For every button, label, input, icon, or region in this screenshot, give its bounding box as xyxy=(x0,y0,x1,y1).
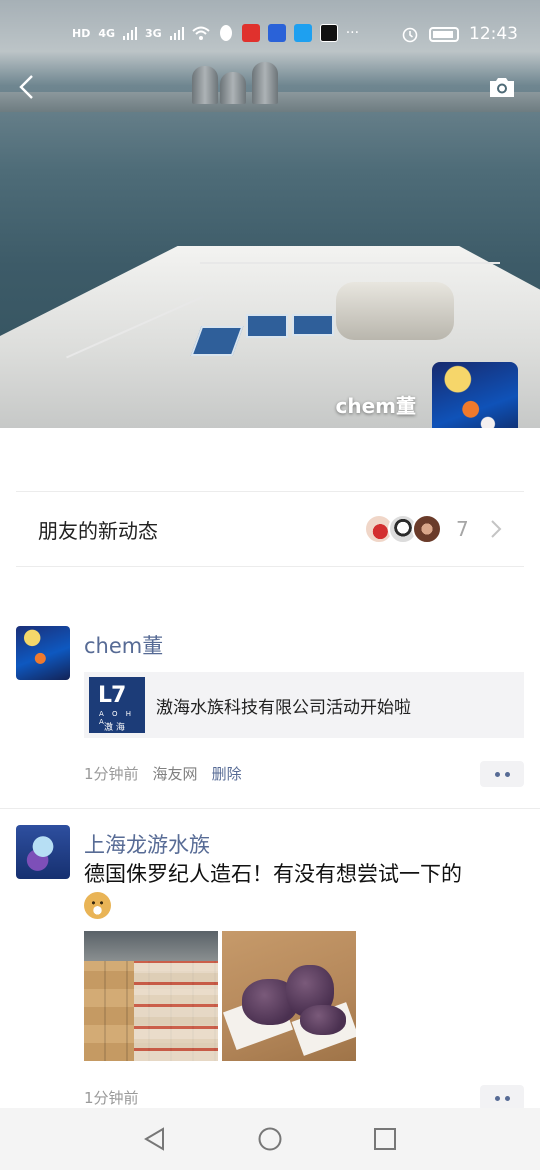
camera-icon[interactable] xyxy=(488,76,516,98)
profile-avatar[interactable] xyxy=(432,362,518,428)
nav-back-icon[interactable] xyxy=(142,1126,168,1152)
nav-home-icon[interactable] xyxy=(257,1126,283,1152)
shared-link-card[interactable]: L7 A O H A 滶 海 滶海水族科技有限公司活动开始啦 xyxy=(84,672,524,738)
doge-emoji-icon xyxy=(84,891,111,919)
post-time: 1分钟前 xyxy=(84,1089,139,1107)
post-photo-rocks[interactable] xyxy=(222,931,356,1061)
skyline-tower xyxy=(252,62,278,104)
link-title: 滶海水族科技有限公司活动开始啦 xyxy=(156,697,411,718)
post-divider xyxy=(0,808,540,809)
more-actions-button[interactable] xyxy=(480,761,524,787)
post-author[interactable]: chem董 xyxy=(84,630,163,660)
post-meta: 1分钟前 海友网 删除 xyxy=(84,763,242,784)
message-icon xyxy=(293,24,312,42)
cover-image[interactable]: chem董 xyxy=(0,0,540,428)
wifi-icon xyxy=(192,26,210,40)
alarm-icon xyxy=(402,27,418,43)
aoha-logo: L7 A O H A 滶 海 xyxy=(89,677,145,733)
hd-icon: HD xyxy=(72,26,91,40)
system-nav-bar xyxy=(0,1108,540,1170)
signal-icon: 3G xyxy=(145,26,162,40)
skyline-tower xyxy=(220,72,246,104)
skyline-tower xyxy=(192,66,218,104)
deck-window xyxy=(246,314,288,338)
cover-username[interactable]: chem董 xyxy=(336,390,417,419)
post-author[interactable]: 上海龙游水族 xyxy=(84,829,210,859)
capcut-icon xyxy=(319,24,338,42)
deck-window xyxy=(292,314,334,336)
avatar xyxy=(412,514,442,544)
friend-updates-label: 朋友的新动态 xyxy=(38,518,158,543)
qq-icon xyxy=(219,25,232,41)
post-source-link[interactable]: 海友网 xyxy=(153,763,198,784)
signal-bars-icon xyxy=(123,27,138,40)
deck-rail xyxy=(200,262,500,264)
post-photo-warehouse[interactable] xyxy=(84,931,218,1061)
logo-text: 滶 海 xyxy=(104,723,125,733)
friend-updates-count: 7 xyxy=(456,517,469,541)
battery-icon xyxy=(429,26,459,42)
avatar[interactable] xyxy=(16,825,70,879)
post-time: 1分钟前 xyxy=(84,765,139,783)
chevron-right-icon xyxy=(491,520,502,538)
friend-updates-row[interactable]: 朋友的新动态 7 xyxy=(16,491,524,567)
delete-button[interactable]: 删除 xyxy=(212,763,242,784)
signal-bars-icon xyxy=(169,27,184,40)
avatar[interactable] xyxy=(16,626,70,680)
searchlight xyxy=(336,282,454,340)
rock xyxy=(300,1005,346,1035)
friend-avatars xyxy=(364,514,442,544)
weibo-icon xyxy=(241,24,260,42)
signal-icon: 4G xyxy=(98,26,116,40)
back-arrow-icon[interactable] xyxy=(16,74,40,100)
logo-mark-icon: L7 xyxy=(98,683,126,708)
nav-recents-icon[interactable] xyxy=(372,1126,398,1152)
post-text: 德国侏罗纪人造石！有没有想尝试一下的 xyxy=(84,859,514,919)
status-bar: HD 4G 3G ··· 12:43 xyxy=(0,0,540,64)
more-icon: ··· xyxy=(345,25,360,41)
clock-time: 12:43 xyxy=(469,24,518,44)
baidu-icon xyxy=(267,24,286,42)
post-text-content: 德国侏罗纪人造石！有没有想尝试一下的 xyxy=(84,862,462,886)
post-meta: 1分钟前 xyxy=(84,1087,139,1108)
